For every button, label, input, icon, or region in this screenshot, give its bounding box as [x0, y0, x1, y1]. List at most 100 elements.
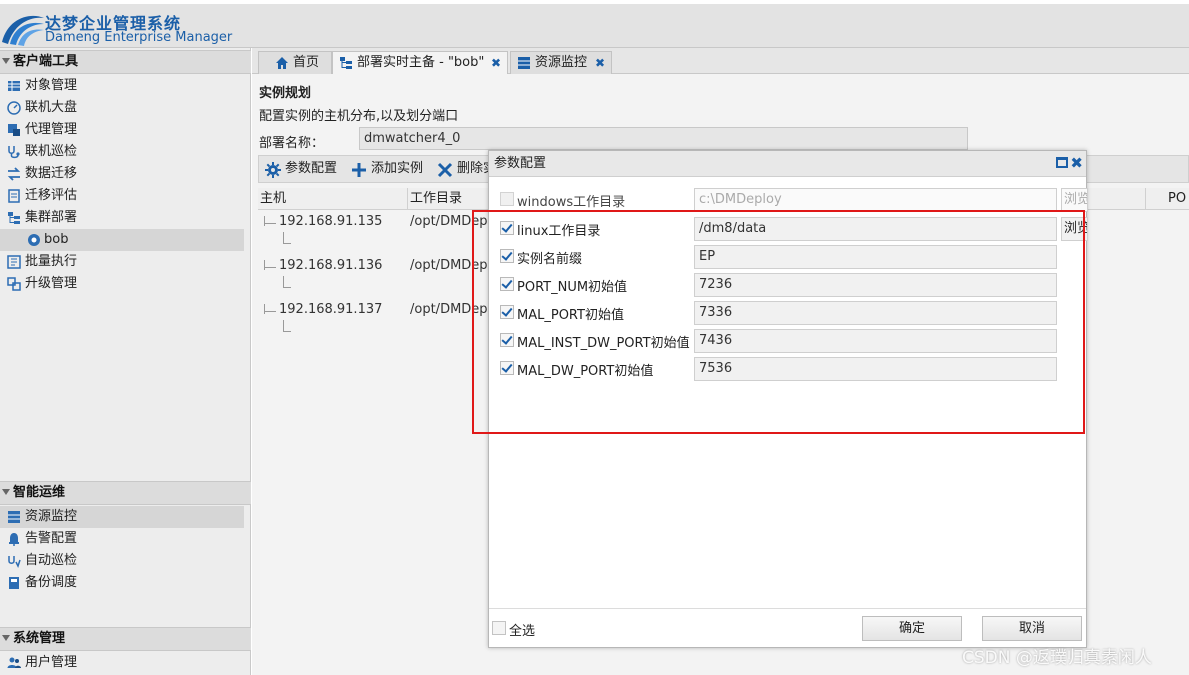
nav-label: 批量执行 [25, 254, 78, 269]
mal-dw-port-input[interactable]: 7536 [694, 357, 1057, 381]
windows-workdir-input[interactable]: c:\DMDeploy [694, 188, 1057, 212]
nav-item-online-inspection[interactable]: 联机巡检 [0, 141, 244, 163]
workdir-cell-2: /opt/DMDep [410, 258, 488, 273]
param-label: PORT_NUM初始值 [517, 280, 628, 295]
instance-prefix-checkbox[interactable] [500, 249, 514, 263]
delete-x-icon [437, 162, 453, 178]
column-header-port[interactable]: PO [1168, 191, 1186, 206]
backup-icon [9, 577, 19, 589]
close-tab-icon[interactable]: ✖ [595, 52, 605, 74]
nav-label: 告警配置 [25, 531, 78, 546]
auto-inspect-icon [8, 556, 21, 568]
deploy-name-input[interactable]: dmwatcher4_0 [359, 127, 968, 150]
windows-workdir-checkbox[interactable] [500, 192, 514, 206]
nav-item-backup-schedule[interactable]: 备份调度 [0, 572, 244, 594]
app-header: 达梦企业管理系统 Dameng Enterprise Manager [0, 4, 1189, 48]
add-instance-button[interactable]: 添加实例 [349, 156, 423, 182]
nav-item-data-migration[interactable]: 数据迁移 [0, 163, 244, 185]
linux-workdir-checkbox[interactable] [500, 221, 514, 235]
tab-home[interactable]: 首页 [258, 51, 332, 74]
nav-item-migration-assessment[interactable]: 迁移评估 [0, 185, 244, 207]
collapse-triangle-icon [2, 58, 10, 64]
nav-label: 对象管理 [25, 78, 78, 93]
instance-prefix-input[interactable]: EP [694, 245, 1057, 269]
tab-deploy-bob[interactable]: 部署实时主备 - "bob" ✖ [332, 51, 508, 74]
nav-item-batch-execution[interactable]: 批量执行 [0, 251, 244, 273]
upgrade-icon [7, 277, 21, 291]
dialog-title: 参数配置 [494, 156, 547, 171]
watermark-text: CSDN @返璞归真素闲人 [962, 648, 1152, 668]
tree-connector [283, 287, 291, 288]
cluster-icon [8, 212, 20, 224]
linux-workdir-input[interactable]: /dm8/data [694, 217, 1057, 241]
select-all-checkbox[interactable] [492, 621, 506, 635]
nav-item-online-dashboard[interactable]: 联机大盘 [0, 97, 244, 119]
section-intelligent-ops[interactable]: 智能运维 [0, 481, 251, 505]
dialog-footer-divider [489, 608, 1086, 609]
param-label: 实例名前缀 [517, 252, 583, 267]
nav-item-auto-inspection[interactable]: 自动巡检 [0, 550, 244, 572]
mal-inst-dw-port-checkbox[interactable] [500, 333, 514, 347]
dialog-title-bar: 参数配置 ✖ [489, 151, 1086, 177]
nav-label: 升级管理 [25, 276, 78, 291]
mal-dw-port-checkbox[interactable] [500, 361, 514, 375]
nav-item-alarm-config[interactable]: 告警配置 [0, 528, 244, 550]
param-row-linux-workdir: linux工作目录 /dm8/data 浏览 [489, 217, 1088, 241]
nav-item-deploy-bob[interactable]: bob [0, 229, 244, 251]
brand-name-en: Dameng Enterprise Manager [45, 30, 233, 45]
mal-inst-dw-port-input[interactable]: 7436 [694, 329, 1057, 353]
tree-connector [264, 260, 265, 270]
tree-connector [264, 304, 265, 314]
param-row-port-num: PORT_NUM初始值 7236 [489, 273, 1086, 297]
param-config-dialog: 参数配置 ✖ windows工作目录 c:\DMDeploy 浏览 linux工… [488, 150, 1088, 648]
nav-item-upgrade-management[interactable]: 升级管理 [0, 273, 244, 295]
port-num-checkbox[interactable] [500, 277, 514, 291]
nav-item-object-management[interactable]: 对象管理 [0, 75, 244, 97]
nav-label: 备份调度 [25, 575, 78, 590]
collapse-triangle-icon [2, 489, 10, 495]
param-row-windows-workdir: windows工作目录 c:\DMDeploy 浏览 [489, 188, 1088, 212]
nav-label: 联机巡检 [25, 144, 78, 159]
cancel-button[interactable]: 取消 [982, 616, 1082, 641]
section-label: 客户端工具 [13, 54, 79, 69]
param-row-instance-prefix: 实例名前缀 EP [489, 245, 1086, 269]
close-tab-icon[interactable]: ✖ [491, 52, 501, 74]
maximize-icon[interactable] [1056, 157, 1068, 168]
nav-item-user-management[interactable]: 用户管理 [0, 652, 244, 674]
close-icon[interactable]: ✖ [1070, 152, 1083, 174]
mal-port-input[interactable]: 7336 [694, 301, 1057, 325]
select-all-label[interactable]: 全选 [509, 620, 535, 639]
home-icon [276, 57, 288, 69]
port-num-input[interactable]: 7236 [694, 273, 1057, 297]
tree-connector [264, 311, 276, 312]
nav-label: 自动巡检 [25, 553, 78, 568]
param-row-mal-inst-dw-port: MAL_INST_DW_PORT初始值 7436 [489, 329, 1086, 353]
tab-label: 首页 [293, 55, 320, 70]
nav-item-agent-management[interactable]: 代理管理 [0, 119, 244, 141]
param-config-button[interactable]: 参数配置 [263, 156, 337, 182]
tab-label: 资源监控 [535, 55, 588, 70]
tab-resource-monitor[interactable]: 资源监控 ✖ [510, 51, 612, 74]
section-system-management[interactable]: 系统管理 [0, 627, 251, 651]
browse-button[interactable]: 浏览 [1061, 188, 1088, 212]
page-description: 配置实例的主机分布,以及划分端口 [259, 109, 459, 124]
ok-button[interactable]: 确定 [862, 616, 962, 641]
delete-instance-button[interactable]: 删除实 [435, 156, 496, 182]
batch-icon [7, 255, 21, 269]
section-client-tools[interactable]: 客户端工具 [0, 50, 251, 74]
nav-label: 迁移评估 [25, 188, 78, 203]
nav-item-resource-monitor[interactable]: 资源监控 [0, 506, 244, 528]
host-row-3[interactable]: 192.168.91.137 [279, 302, 382, 317]
browse-button[interactable]: 浏览 [1061, 217, 1088, 241]
mal-port-checkbox[interactable] [500, 305, 514, 319]
column-header-host[interactable]: 主机 [258, 188, 408, 210]
nav-item-cluster-deploy[interactable]: 集群部署 [0, 207, 244, 229]
param-label: MAL_INST_DW_PORT初始值 [517, 336, 690, 351]
param-label: windows工作目录 [517, 195, 626, 210]
tree-connector [264, 223, 276, 224]
host-row-2[interactable]: 192.168.91.136 [279, 258, 382, 273]
workdir-cell-3: /opt/DMDep [410, 302, 488, 317]
nav-label: 联机大盘 [25, 100, 78, 115]
host-row-1[interactable]: 192.168.91.135 [279, 214, 382, 229]
monitor-icon [8, 511, 20, 523]
